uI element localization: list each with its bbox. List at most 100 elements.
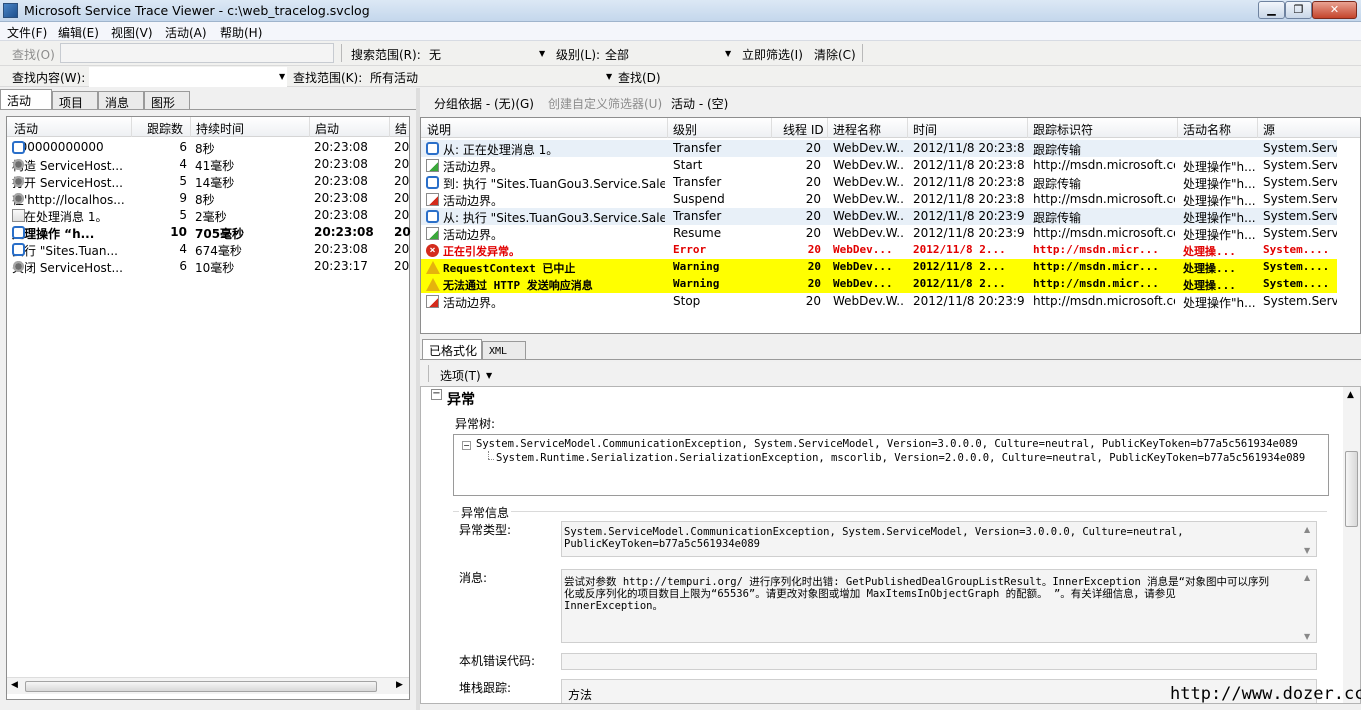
trace-identifier: 跟踪传输	[1033, 211, 1082, 225]
tab-activity[interactable]: 活动	[0, 89, 52, 110]
trace-row[interactable]: 活动边界。 Start 20 WebDev.W... 2012/11/8 20:23:8…	[421, 157, 1337, 174]
trace-level: Error	[673, 243, 707, 256]
trace-row[interactable]: 活动边界。 Stop 20 WebDev.W... 2012/11/8 20:23:9.…	[421, 293, 1337, 310]
col-divider	[389, 117, 390, 137]
trace-count: 5	[179, 208, 187, 222]
trace-row[interactable]: RequestContext 已中止 Warning 20 WebDev... 2012…	[421, 259, 1337, 276]
scroll-down-icon[interactable]: ▼	[1304, 546, 1310, 555]
end-time: 20	[394, 191, 410, 205]
menu-view[interactable]: 视图(V)	[111, 24, 153, 41]
trace-row[interactable]: 无法通过 HTTP 发送响应消息 Warning 20 WebDev... 2012/1…	[421, 276, 1337, 293]
activity-row[interactable]: 000000000000 6 8秒 20:23:08 20	[7, 139, 409, 156]
trace-activity-name: 处理操...	[1183, 245, 1236, 258]
col-activity[interactable]: 活动	[14, 120, 38, 137]
find-button[interactable]: 查找(O)	[12, 46, 55, 63]
activity-row[interactable]: 正在处理消息 1。 5 2毫秒 20:23:08 20	[7, 207, 409, 224]
col-divider	[190, 117, 191, 137]
create-filter-button[interactable]: 创建自定义筛选器(U)	[548, 95, 662, 112]
menu-file[interactable]: 文件(F)	[7, 24, 47, 41]
menu-edit[interactable]: 编辑(E)	[58, 24, 99, 41]
trace-identifier: http://msdn.micr...	[1033, 277, 1159, 290]
trace-source: System.Serv...	[1263, 209, 1337, 223]
trace-identifier: http://msdn.micr...	[1033, 243, 1159, 256]
activity-row[interactable]: 在'http://localhos... 9 8秒 20:23:08 20	[7, 190, 409, 207]
menu-help[interactable]: 帮助(H)	[220, 24, 262, 41]
tab-project[interactable]: 项目	[52, 91, 98, 110]
trace-row[interactable]: 活动边界。 Suspend 20 WebDev.W... 2012/11/8 20:23…	[421, 191, 1337, 208]
scroll-up-icon[interactable]: ▲	[1304, 573, 1310, 582]
clear-button[interactable]: 清除(C)	[814, 46, 856, 63]
col-trace-id[interactable]: 跟踪标识符	[1033, 121, 1093, 138]
close-button[interactable]: ✕	[1312, 1, 1357, 19]
exception-tree[interactable]: − System.ServiceModel.CommunicationExcep…	[453, 434, 1329, 496]
tab-baseline	[420, 359, 1361, 360]
transfer-icon	[426, 210, 439, 223]
col-description[interactable]: 说明	[427, 121, 451, 138]
detail-vscrollbar[interactable]: ▲	[1343, 387, 1360, 703]
trace-row[interactable]: × 正在引发异常。 Error 20 WebDev... 2012/11/8 2... ht…	[421, 242, 1337, 259]
search-scope-combo[interactable]: 无 ▼	[425, 44, 549, 63]
trace-table-header: 说明 级别 线程 ID 进程名称 时间 跟踪标识符 活动名称 源	[421, 118, 1360, 138]
tree-item[interactable]: System.ServiceModel.CommunicationExcepti…	[476, 438, 1298, 450]
collapse-icon[interactable]: −	[431, 389, 442, 400]
col-count[interactable]: 跟踪数	[147, 120, 183, 137]
scroll-up-icon[interactable]: ▲	[1347, 390, 1354, 400]
scroll-thumb[interactable]	[25, 681, 377, 692]
transfer-icon	[426, 142, 439, 155]
tree-expander-icon[interactable]: −	[462, 441, 471, 450]
activity-row[interactable]: 打开 ServiceHost... 5 14毫秒 20:23:08 20	[7, 173, 409, 190]
scroll-left-icon[interactable]: ◀	[11, 680, 18, 690]
options-button[interactable]: 选项(T)	[440, 367, 481, 384]
col-end[interactable]: 结	[395, 120, 407, 137]
trace-time: 2012/11/8 20:23:8....	[913, 141, 1025, 155]
trace-time: 2012/11/8 20:23:8....	[913, 158, 1025, 172]
tab-xml[interactable]: XML	[482, 341, 526, 360]
col-thread-id[interactable]: 线程 ID	[783, 121, 824, 138]
activity-row[interactable]: 处理操作 “h... 10 705毫秒 20:23:08 20	[7, 224, 411, 241]
filter-now-button[interactable]: 立即筛选(I)	[742, 46, 803, 63]
message-field[interactable]: 尝试对参数 http://tempuri.org/ 进行序列化时出错: GetP…	[561, 569, 1317, 643]
col-activity-name[interactable]: 活动名称	[1183, 121, 1231, 138]
scroll-right-icon[interactable]: ▶	[396, 680, 403, 690]
col-source[interactable]: 源	[1263, 121, 1275, 138]
col-start[interactable]: 启动	[315, 120, 339, 137]
exception-type-field[interactable]: System.ServiceModel.CommunicationExcepti…	[561, 521, 1317, 557]
activity-name: 构造 ServiceHost...	[12, 159, 123, 173]
scroll-thumb[interactable]	[1345, 451, 1358, 527]
col-level[interactable]: 级别	[673, 121, 697, 138]
trace-row[interactable]: 到: 执行 "Sites.TuanGou3.Service.SalesPer..…	[421, 174, 1337, 191]
col-time[interactable]: 时间	[913, 121, 937, 138]
trace-activity-name: 处理操...	[1183, 262, 1236, 275]
activity-row[interactable]: 执行 "Sites.Tuan... 4 674毫秒 20:23:08 20	[7, 241, 409, 258]
scroll-up-icon[interactable]: ▲	[1304, 525, 1310, 534]
look-in-combo[interactable]: 所有活动 ▼	[366, 67, 614, 86]
activity-name-cell: 000000000000	[12, 140, 104, 154]
activity-row[interactable]: 关闭 ServiceHost... 6 10毫秒 20:23:17 20	[7, 258, 409, 275]
activity-hscrollbar[interactable]: ◀ ▶	[7, 677, 409, 694]
trace-level: Transfer	[673, 141, 722, 155]
native-error-code-field[interactable]	[561, 653, 1317, 670]
group-by-button[interactable]: 分组依据 - (无)(G)	[434, 95, 534, 112]
start-time: 20:23:17	[314, 259, 368, 273]
menu-activity[interactable]: 活动(A)	[165, 24, 207, 41]
minimize-button[interactable]: ▁	[1258, 1, 1285, 19]
tab-graph[interactable]: 图形	[144, 91, 190, 110]
col-duration[interactable]: 持续时间	[196, 120, 244, 137]
activity-name-cell: 在'http://localhos...	[12, 191, 125, 208]
tab-formatted[interactable]: 已格式化	[422, 339, 482, 360]
find-what-input[interactable]: ▼	[89, 67, 287, 87]
activity-row[interactable]: 构造 ServiceHost... 4 41毫秒 20:23:08 20	[7, 156, 409, 173]
error-icon: ×	[426, 244, 439, 257]
trace-row[interactable]: 从: 正在处理消息 1。 Transfer 20 WebDev.W... 2012/11…	[421, 140, 1337, 157]
find-input[interactable]	[60, 43, 334, 63]
scroll-down-icon[interactable]: ▼	[1304, 632, 1310, 641]
tab-message[interactable]: 消息	[98, 91, 144, 110]
find-now-button[interactable]: 查找(D)	[618, 69, 661, 86]
trace-row[interactable]: 活动边界。 Resume 20 WebDev.W... 2012/11/8 20:23:…	[421, 225, 1337, 242]
tree-item[interactable]: System.Runtime.Serialization.Serializati…	[496, 452, 1305, 464]
level-combo[interactable]: 全部 ▼	[601, 44, 735, 63]
maximize-button[interactable]: ❐	[1285, 1, 1312, 19]
trace-row[interactable]: 从: 执行 "Sites.TuanGou3.Service.SalesPer..…	[421, 208, 1337, 225]
col-divider	[1257, 118, 1258, 138]
col-process[interactable]: 进程名称	[833, 121, 881, 138]
